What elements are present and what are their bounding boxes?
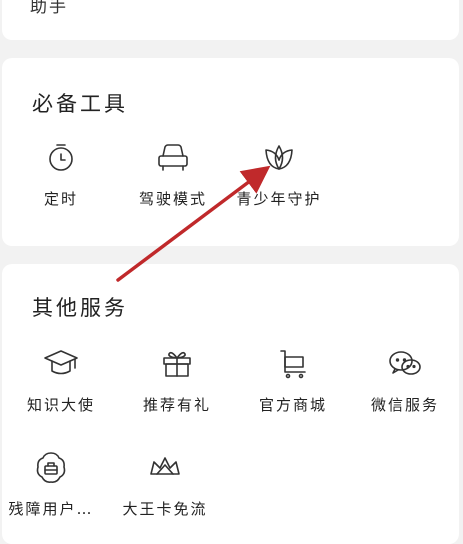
tool-item-label: 驾驶模式 (138, 190, 207, 208)
tools-section-title: 必备工具 (32, 92, 128, 116)
service-item-label: 知识大使 (26, 396, 95, 414)
accessibility-icon (31, 448, 71, 488)
tool-item-timer[interactable]: 定时 (6, 138, 116, 209)
service-item-label: 推荐有礼 (142, 396, 211, 414)
service-item-label: 官方商城 (258, 396, 327, 414)
top-card: 助手 (2, 0, 459, 40)
service-item-accessibility[interactable]: 残障用户… (0, 448, 106, 519)
service-item-knowledge-ambassador[interactable]: 知识大使 (6, 344, 116, 415)
top-card-text: 助手 (30, 0, 68, 17)
wechat-icon (385, 344, 425, 384)
service-item-wechat[interactable]: 微信服务 (350, 344, 460, 415)
cart-icon (273, 344, 313, 384)
service-item-official-mall[interactable]: 官方商城 (238, 344, 348, 415)
service-item-referral[interactable]: 推荐有礼 (122, 344, 232, 415)
other-services-section: 其他服务 知识大使 推荐有礼 官方商城 微信服务 残障用户… 大王卡免流 (2, 264, 459, 544)
tool-item-label: 青少年守护 (236, 190, 322, 208)
tool-item-label: 定时 (43, 190, 78, 208)
tool-item-driving-mode[interactable]: 驾驶模式 (118, 138, 228, 209)
leaf-icon (259, 138, 299, 178)
graduation-cap-icon (41, 344, 81, 384)
other-section-title: 其他服务 (32, 296, 128, 320)
tool-item-youth-protection[interactable]: 青少年守护 (224, 138, 334, 209)
service-item-dawang-card[interactable]: 大王卡免流 (110, 448, 220, 519)
service-item-label: 残障用户… (8, 500, 94, 518)
crown-card-icon (145, 448, 185, 488)
timer-icon (41, 138, 81, 178)
gift-icon (157, 344, 197, 384)
service-item-label: 微信服务 (370, 396, 439, 414)
tools-section: 必备工具 定时 驾驶模式 青少年守护 (2, 58, 459, 246)
car-icon (153, 138, 193, 178)
service-item-label: 大王卡免流 (122, 500, 208, 518)
